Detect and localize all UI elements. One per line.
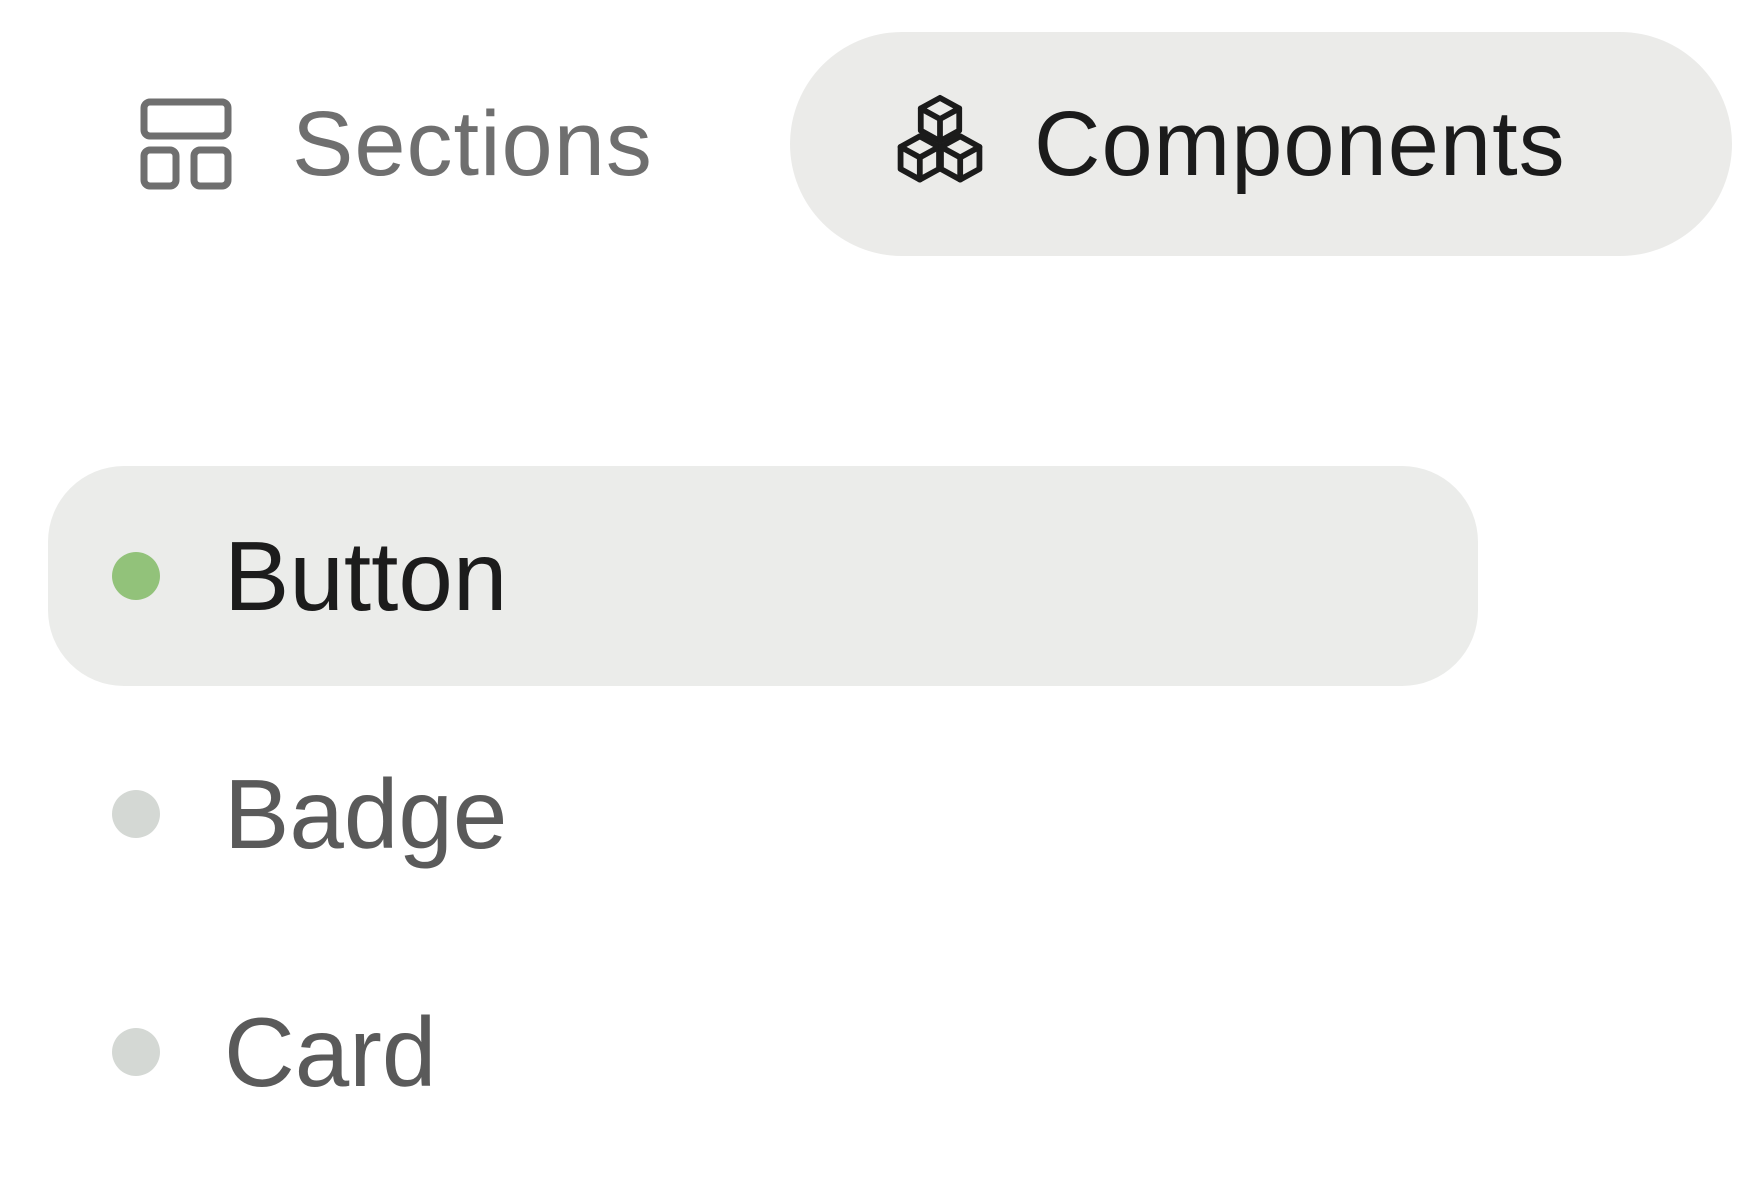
cubes-icon xyxy=(890,94,990,194)
list-item-label: Button xyxy=(224,520,508,631)
list-item-label: Badge xyxy=(224,758,508,869)
list-item-label: Card xyxy=(224,996,437,1107)
list-item-card[interactable]: Card xyxy=(48,942,1478,1162)
list-item-badge[interactable]: Badge xyxy=(48,704,1478,924)
layout-grid-icon xyxy=(136,94,236,194)
list-item-button[interactable]: Button xyxy=(48,466,1478,686)
status-dot xyxy=(112,790,160,838)
tab-components[interactable]: Components xyxy=(790,32,1732,256)
tab-sections-label: Sections xyxy=(292,92,653,195)
tab-sections[interactable]: Sections xyxy=(40,32,730,256)
status-dot xyxy=(112,552,160,600)
tab-components-label: Components xyxy=(1034,92,1566,195)
status-dot xyxy=(112,1028,160,1076)
components-list: Button Badge Card xyxy=(48,466,1478,1180)
